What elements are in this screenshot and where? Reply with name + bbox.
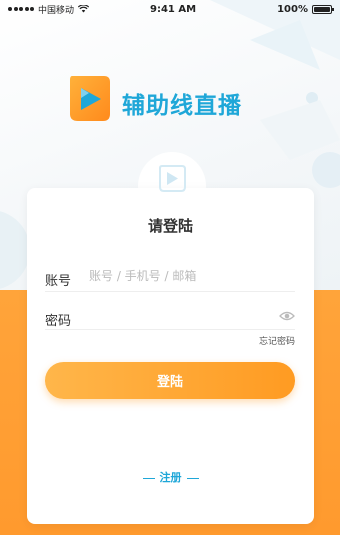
watermark: 2265 手游网 .com [190,485,314,517]
app-logo-icon [70,76,110,121]
status-right: 100% [277,3,334,15]
status-time: 9:41 AM [150,3,197,15]
register-dash-right [186,477,199,479]
account-divider [45,291,295,292]
account-label: 账号 [45,274,72,289]
watermark-side: 手游网 .com [278,494,314,517]
register-link[interactable]: 注册 [160,471,182,484]
password-input[interactable] [89,304,269,328]
wifi-icon [78,5,90,13]
status-left: 中国移动 [8,3,90,16]
status-bar: 中国移动 9:41 AM 100% [0,0,340,18]
login-button[interactable]: 登陆 [45,362,295,399]
forgot-password-link[interactable]: 忘记密码 [259,334,295,347]
signal-icon [8,7,34,11]
carrier-name: 中国移动 [38,5,75,16]
login-title: 请登陆 [147,217,193,235]
watermark-number: 2265 [190,482,276,520]
battery-icon [312,4,334,14]
password-divider [45,329,295,330]
account-input[interactable] [89,264,295,288]
eye-icon[interactable] [279,310,295,322]
register-dash-left [142,477,155,479]
password-label: 密码 [45,314,72,329]
card-logo-icon [159,165,186,192]
login-card: 请登陆 账号 密码 忘记密码 登陆 注册 [27,188,314,524]
battery-percent: 100% [277,3,308,15]
app-title: 辅助线直播 [122,93,242,119]
watermark-url: .com [278,507,298,517]
